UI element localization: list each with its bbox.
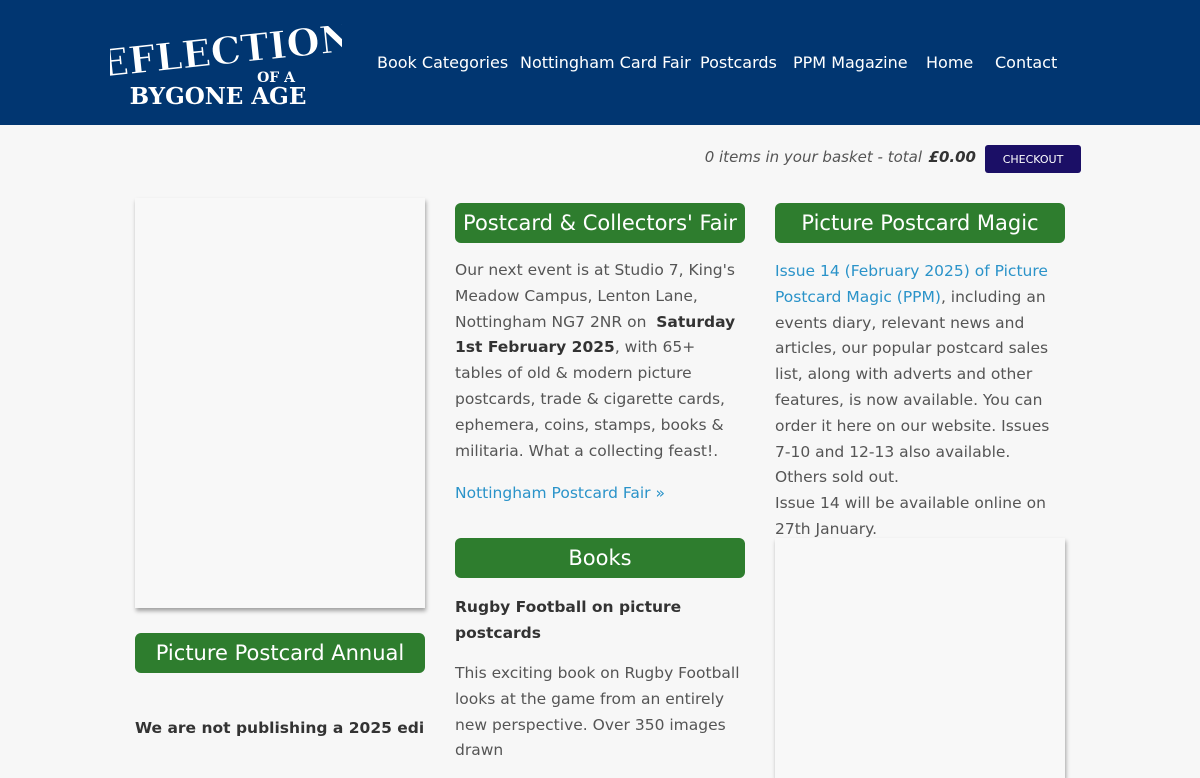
nav-book-categories[interactable]: Book Categories: [377, 52, 508, 74]
ppm-description: Issue 14 (February 2025) of Picture Post…: [775, 259, 1067, 543]
fair-title: Postcard & Collectors' Fair: [455, 203, 745, 243]
nav-nottingham-card-fair[interactable]: Nottingham Card Fair: [520, 52, 691, 74]
basket-total: £0.00: [928, 148, 976, 166]
logo-line3: BYGONE AGE: [130, 83, 307, 110]
ppm-text: , including an events diary, relevant ne…: [775, 287, 1050, 487]
books-title: Books: [455, 538, 745, 578]
nav-contact[interactable]: Contact: [995, 52, 1057, 74]
ppm-title: Picture Postcard Magic: [775, 203, 1065, 243]
logo-line1: REFLECTIONS: [110, 12, 342, 89]
ppm-cover-image[interactable]: [775, 538, 1065, 778]
nav-postcards[interactable]: Postcards: [700, 52, 777, 74]
book-title[interactable]: Rugby Football on picture postcards: [455, 594, 715, 646]
site-header: REFLECTIONS OF A BYGONE AGE Book Categor…: [0, 0, 1200, 125]
site-logo[interactable]: REFLECTIONS OF A BYGONE AGE: [110, 12, 342, 110]
fair-description: Our next event is at Studio 7, King's Me…: [455, 258, 747, 464]
nottingham-fair-link[interactable]: Nottingham Postcard Fair »: [455, 481, 745, 507]
basket-bar: 0 items in your basket - total £0.00 Che…: [0, 145, 1200, 173]
fair-text-after: , with 65+ tables of old & modern pictur…: [455, 338, 725, 460]
book-description: This exciting book on Rugby Football loo…: [455, 664, 740, 760]
annual-cover-image[interactable]: [135, 198, 425, 608]
annual-title: Picture Postcard Annual: [135, 633, 425, 673]
checkout-button[interactable]: Checkout: [985, 145, 1081, 173]
basket-summary: 0 items in your basket - total: [704, 148, 922, 166]
ppm-note: Issue 14 will be available online on 27t…: [775, 494, 1046, 538]
nav-ppm-magazine[interactable]: PPM Magazine: [793, 52, 908, 74]
nav-home[interactable]: Home: [926, 52, 973, 74]
annual-text: We are not publishing a 2025 edi-: [135, 719, 425, 737]
